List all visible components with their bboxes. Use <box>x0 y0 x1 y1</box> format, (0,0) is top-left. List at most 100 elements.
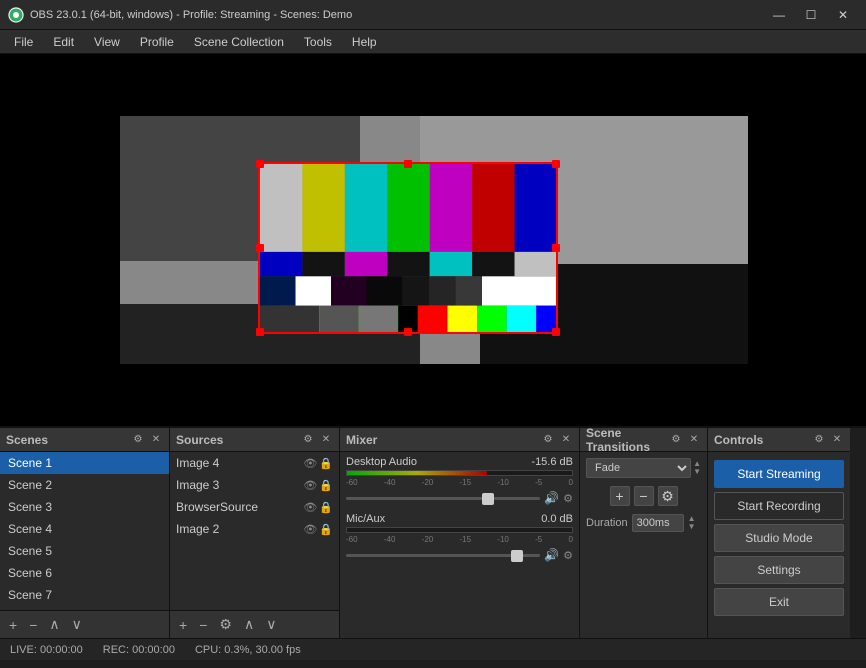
controls-config-icon[interactable]: ⚙ <box>812 433 826 447</box>
source-list: Image 4👁🔒Image 3👁🔒BrowserSource👁🔒Image 2… <box>170 452 339 610</box>
mixer-mic-mute[interactable]: 🔊 <box>544 548 559 562</box>
transition-add-button[interactable]: + <box>610 486 630 506</box>
menu-help[interactable]: Help <box>342 33 387 51</box>
scene-item-5[interactable]: Scene 5 <box>0 540 169 562</box>
sources-panel-header: Sources ⚙ ✕ <box>170 428 339 452</box>
source-visibility-icon[interactable]: 👁 <box>303 479 317 492</box>
color-bars[interactable] <box>258 162 558 334</box>
transitions-config-icon[interactable]: ⚙ <box>669 433 683 447</box>
mixer-desktop-fill <box>347 471 487 475</box>
source-lock-icon[interactable]: 🔒 <box>319 479 333 492</box>
transition-remove-button[interactable]: − <box>634 486 654 506</box>
mixer-close-icon[interactable]: ✕ <box>559 433 573 447</box>
exit-button[interactable]: Exit <box>714 588 844 616</box>
panels-container: Scenes ⚙ ✕ Scene 1Scene 2Scene 3Scene 4S… <box>0 426 866 638</box>
source-visibility-icon[interactable]: 👁 <box>303 523 317 536</box>
source-item-icons: 👁🔒 <box>303 523 333 536</box>
mixer-mic-scale: -60-40-20-15-10-50 <box>346 535 573 544</box>
status-live: LIVE: 00:00:00 <box>10 644 83 656</box>
handle-mr[interactable] <box>552 244 560 252</box>
settings-button[interactable]: Settings <box>714 556 844 584</box>
source-settings-button[interactable]: ⚙ <box>216 614 235 635</box>
close-button[interactable]: ✕ <box>828 5 858 25</box>
mixer-mic-thumb[interactable] <box>511 550 523 562</box>
scene-item-7[interactable]: Scene 7 <box>0 584 169 606</box>
transition-settings-button[interactable]: ⚙ <box>658 486 678 506</box>
scenes-close-icon[interactable]: ✕ <box>149 433 163 447</box>
source-item[interactable]: Image 2👁🔒 <box>170 518 339 540</box>
mixer-desktop-slider[interactable] <box>346 497 540 500</box>
source-up-button[interactable]: ∧ <box>241 614 257 635</box>
source-down-button[interactable]: ∨ <box>263 614 279 635</box>
mixer-desktop-thumb[interactable] <box>482 493 494 505</box>
menu-edit[interactable]: Edit <box>43 33 84 51</box>
scenes-config-icon[interactable]: ⚙ <box>131 433 145 447</box>
handle-br[interactable] <box>552 328 560 336</box>
source-item[interactable]: Image 3👁🔒 <box>170 474 339 496</box>
menu-tools[interactable]: Tools <box>294 33 342 51</box>
menu-file[interactable]: File <box>4 33 43 51</box>
duration-input[interactable] <box>632 514 684 532</box>
duration-down[interactable]: ▼ <box>688 523 696 531</box>
mixer-mic-meter <box>346 527 573 533</box>
start-recording-button[interactable]: Start Recording <box>714 492 844 520</box>
scene-item-2[interactable]: Scene 2 <box>0 474 169 496</box>
studio-mode-button[interactable]: Studio Mode <box>714 524 844 552</box>
mixer-config-icon[interactable]: ⚙ <box>541 433 555 447</box>
handle-bc[interactable] <box>404 328 412 336</box>
source-item[interactable]: Image 4👁🔒 <box>170 452 339 474</box>
statusbar: LIVE: 00:00:00 REC: 00:00:00 CPU: 0.3%, … <box>0 638 866 660</box>
handle-tc[interactable] <box>404 160 412 168</box>
scene-down-button[interactable]: ∨ <box>69 614 85 635</box>
duration-label: Duration <box>586 517 628 529</box>
titlebar: OBS 23.0.1 (64-bit, windows) - Profile: … <box>0 0 866 30</box>
source-lock-icon[interactable]: 🔒 <box>319 457 333 470</box>
handle-bl[interactable] <box>256 328 264 336</box>
handle-tr[interactable] <box>552 160 560 168</box>
source-visibility-icon[interactable]: 👁 <box>303 501 317 514</box>
mixer-track-desktop: Desktop Audio -15.6 dB -60-40-20-15-10-5… <box>346 456 573 505</box>
transition-type-down[interactable]: ▼ <box>693 468 701 476</box>
scene-item-6[interactable]: Scene 6 <box>0 562 169 584</box>
preview-right-black <box>748 54 866 426</box>
transition-buttons: + − ⚙ <box>586 486 701 506</box>
scene-item-4[interactable]: Scene 4 <box>0 518 169 540</box>
scene-add-button[interactable]: + <box>6 615 20 635</box>
controls-content: Start Streaming Start Recording Studio M… <box>708 452 850 638</box>
mixer-mic-slider[interactable] <box>346 554 540 557</box>
source-item-icons: 👁🔒 <box>303 457 333 470</box>
handle-ml[interactable] <box>256 244 264 252</box>
controls-close-icon[interactable]: ✕ <box>830 433 844 447</box>
status-rec: REC: 00:00:00 <box>103 644 175 656</box>
minimize-button[interactable]: — <box>764 5 794 25</box>
scene-item-1[interactable]: Scene 1 <box>0 452 169 474</box>
mixer-desktop-gear[interactable]: ⚙ <box>563 492 573 505</box>
controls-panel-icons: ⚙ ✕ <box>812 433 844 447</box>
source-lock-icon[interactable]: 🔒 <box>319 501 333 514</box>
transition-type-select[interactable]: Fade Cut Swipe <box>586 458 691 478</box>
source-item-icons: 👁🔒 <box>303 479 333 492</box>
maximize-button[interactable]: ☐ <box>796 5 826 25</box>
mixer-mic-gear[interactable]: ⚙ <box>563 549 573 562</box>
scene-item-3[interactable]: Scene 3 <box>0 496 169 518</box>
source-lock-icon[interactable]: 🔒 <box>319 523 333 536</box>
source-item[interactable]: BrowserSource👁🔒 <box>170 496 339 518</box>
menu-view[interactable]: View <box>84 33 130 51</box>
scene-remove-button[interactable]: − <box>26 615 40 635</box>
mixer-desktop-mute[interactable]: 🔊 <box>544 491 559 505</box>
mixer-track-mic-header: Mic/Aux 0.0 dB <box>346 513 573 525</box>
source-visibility-icon[interactable]: 👁 <box>303 457 317 470</box>
menu-profile[interactable]: Profile <box>130 33 184 51</box>
source-remove-button[interactable]: − <box>196 615 210 635</box>
transition-type-arrows: ▲ ▼ <box>693 460 701 476</box>
menu-scene-collection[interactable]: Scene Collection <box>184 33 294 51</box>
transitions-close-icon[interactable]: ✕ <box>687 433 701 447</box>
handle-tl[interactable] <box>256 160 264 168</box>
controls-panel-title: Controls <box>714 433 763 447</box>
sources-close-icon[interactable]: ✕ <box>319 433 333 447</box>
sources-config-icon[interactable]: ⚙ <box>301 433 315 447</box>
scene-up-button[interactable]: ∧ <box>46 614 62 635</box>
source-add-button[interactable]: + <box>176 615 190 635</box>
sources-panel-icons: ⚙ ✕ <box>301 433 333 447</box>
start-streaming-button[interactable]: Start Streaming <box>714 460 844 488</box>
